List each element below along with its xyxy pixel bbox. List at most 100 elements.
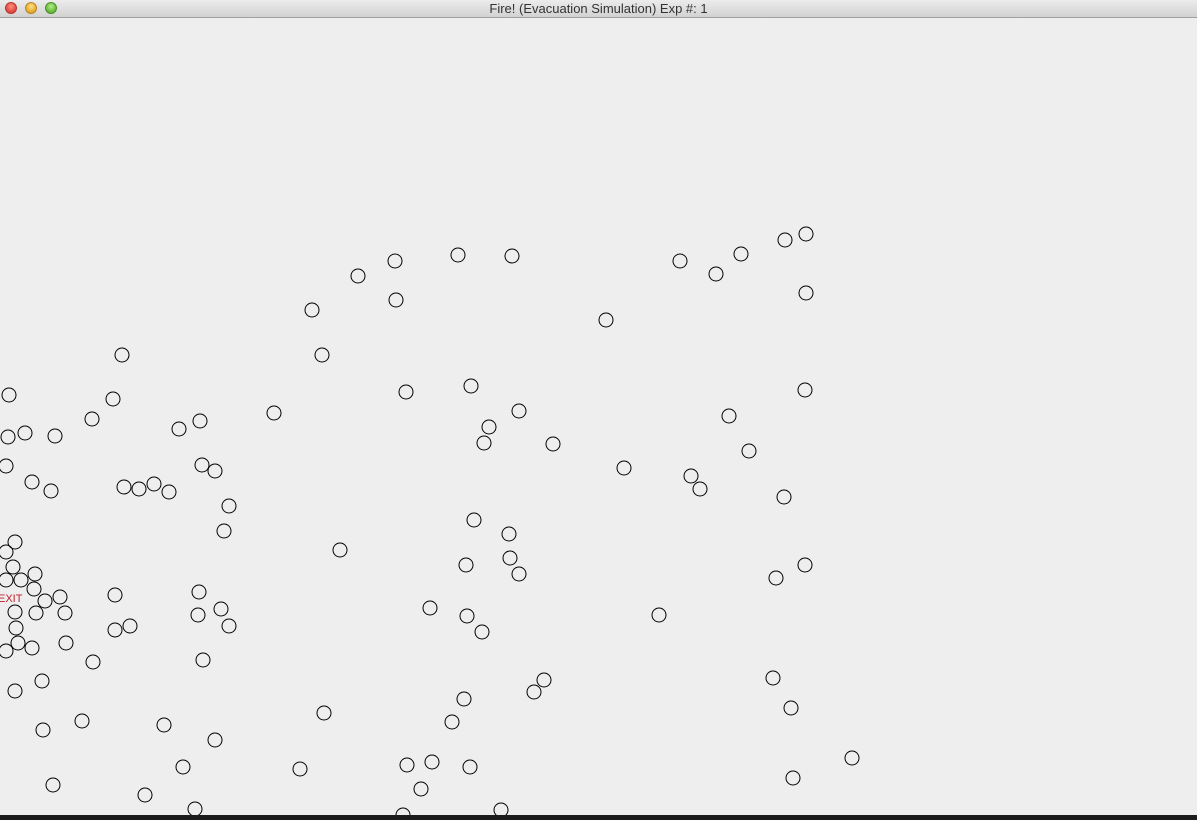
evacuee-agent (221, 618, 237, 634)
window-bottom-edge (0, 815, 1197, 820)
evacuee-agent (213, 601, 229, 617)
evacuee-agent (797, 557, 813, 573)
app-window: Fire! (Evacuation Simulation) Exp #: 1 E… (0, 0, 1197, 820)
evacuee-agent (502, 550, 518, 566)
evacuee-agent (37, 593, 53, 609)
evacuee-agent (28, 605, 44, 621)
evacuee-agent (501, 526, 517, 542)
evacuee-agent (314, 347, 330, 363)
evacuee-agent (137, 787, 153, 803)
evacuee-agent (207, 732, 223, 748)
evacuee-agent (0, 643, 14, 659)
evacuee-agent (161, 484, 177, 500)
evacuee-agent (105, 391, 121, 407)
window-title: Fire! (Evacuation Simulation) Exp #: 1 (489, 1, 708, 16)
evacuee-agent (777, 232, 793, 248)
evacuee-agent (45, 777, 61, 793)
evacuee-agent (35, 722, 51, 738)
evacuee-agent (194, 457, 210, 473)
evacuee-agent (116, 479, 132, 495)
evacuee-agent (651, 607, 667, 623)
evacuee-agent (708, 266, 724, 282)
evacuee-agent (458, 557, 474, 573)
evacuee-agent (10, 635, 26, 651)
evacuee-agent (27, 566, 43, 582)
exit-label: EXIT (0, 593, 23, 605)
evacuee-agent (7, 604, 23, 620)
evacuee-agent (466, 512, 482, 528)
evacuee-agent (0, 572, 14, 588)
evacuee-agent (456, 691, 472, 707)
evacuee-agent (783, 700, 799, 716)
evacuee-agent (350, 268, 366, 284)
evacuee-agent (107, 622, 123, 638)
evacuee-agent (58, 635, 74, 651)
evacuee-agent (395, 807, 411, 815)
evacuee-agent (463, 378, 479, 394)
evacuee-agent (798, 285, 814, 301)
evacuee-agent (0, 429, 16, 445)
evacuee-agent (191, 584, 207, 600)
evacuee-agent (0, 544, 14, 560)
evacuee-agent (545, 436, 561, 452)
evacuee-agent (304, 302, 320, 318)
evacuee-agent (526, 684, 542, 700)
evacuee-agent (107, 587, 123, 603)
evacuee-agent (493, 802, 509, 815)
simulation-canvas[interactable]: EXIT (0, 19, 1197, 815)
evacuee-agent (598, 312, 614, 328)
evacuee-agent (316, 705, 332, 721)
evacuee-agent (768, 570, 784, 586)
evacuee-agent (207, 463, 223, 479)
evacuee-agent (387, 253, 403, 269)
evacuee-agent (765, 670, 781, 686)
evacuee-agent (131, 481, 147, 497)
evacuee-agent (8, 620, 24, 636)
evacuee-agent (84, 411, 100, 427)
evacuee-agent (122, 618, 138, 634)
evacuee-agent (444, 714, 460, 730)
evacuee-agent (424, 754, 440, 770)
evacuee-agent (398, 384, 414, 400)
evacuee-agent (733, 246, 749, 262)
evacuee-agent (462, 759, 478, 775)
evacuee-agent (511, 403, 527, 419)
evacuee-agent (672, 253, 688, 269)
evacuee-agent (511, 566, 527, 582)
evacuee-agent (26, 581, 42, 597)
evacuee-agent (332, 542, 348, 558)
evacuee-agent (156, 717, 172, 733)
evacuee-agent (175, 759, 191, 775)
evacuee-agent (292, 761, 308, 777)
evacuee-agent (481, 419, 497, 435)
evacuee-agent (24, 640, 40, 656)
evacuee-agent (721, 408, 737, 424)
evacuee-agent (52, 589, 68, 605)
evacuee-agent (0, 458, 14, 474)
evacuee-agent (776, 489, 792, 505)
evacuee-agent (413, 781, 429, 797)
evacuee-agent (504, 248, 520, 264)
evacuee-agent (57, 605, 73, 621)
evacuee-agent (692, 481, 708, 497)
evacuee-agent (741, 443, 757, 459)
evacuee-agent (844, 750, 860, 766)
evacuee-agent (192, 413, 208, 429)
evacuee-agent (450, 247, 466, 263)
evacuee-agent (5, 559, 21, 575)
title-bar[interactable]: Fire! (Evacuation Simulation) Exp #: 1 (0, 0, 1197, 18)
simulation-scene: EXIT (0, 226, 860, 815)
evacuee-agent (1, 387, 17, 403)
evacuee-agent (190, 607, 206, 623)
evacuee-agent (85, 654, 101, 670)
evacuee-agent (171, 421, 187, 437)
evacuee-agent (216, 523, 232, 539)
evacuee-agent (422, 600, 438, 616)
evacuee-agent (459, 608, 475, 624)
evacuee-agent (74, 713, 90, 729)
evacuee-agent (34, 673, 50, 689)
evacuee-agent (114, 347, 130, 363)
evacuee-agent (683, 468, 699, 484)
evacuee-agent (388, 292, 404, 308)
evacuee-agent (195, 652, 211, 668)
